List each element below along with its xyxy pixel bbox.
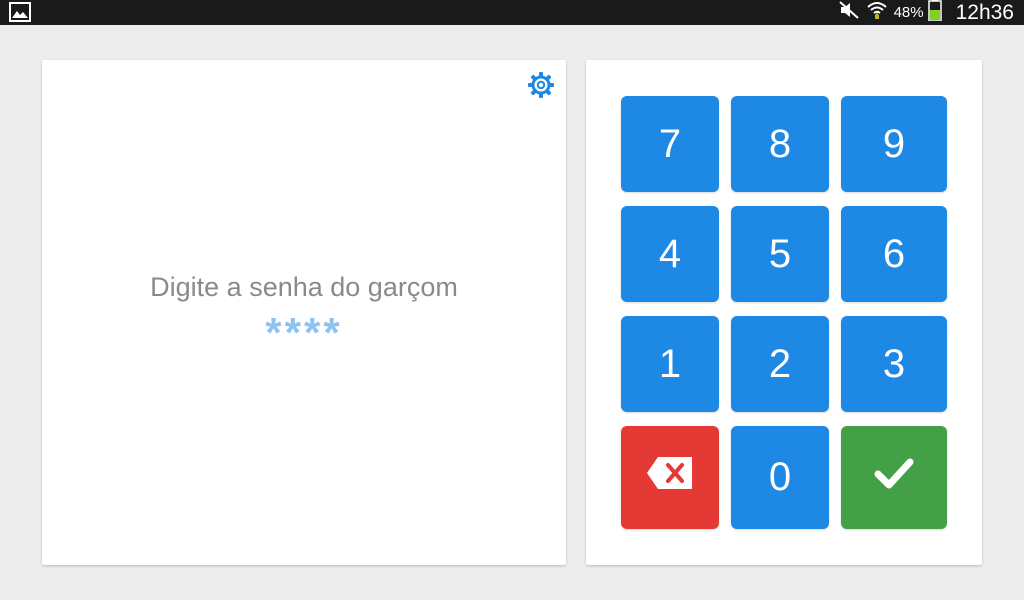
key-8[interactable]: 8 — [731, 96, 829, 192]
gear-icon — [526, 72, 556, 104]
status-bar: 48% 12h36 — [0, 0, 1024, 25]
key-3[interactable]: 3 — [841, 316, 947, 412]
wifi-icon — [866, 0, 888, 25]
key-6[interactable]: 6 — [841, 206, 947, 302]
key-0[interactable]: 0 — [731, 426, 829, 529]
key-5[interactable]: 5 — [731, 206, 829, 302]
key-4[interactable]: 4 — [621, 206, 719, 302]
check-icon — [874, 455, 914, 500]
battery-icon — [927, 0, 942, 26]
settings-button[interactable] — [526, 70, 556, 100]
clock: 12h36 — [955, 0, 1014, 24]
key-9[interactable]: 9 — [841, 96, 947, 192]
battery-percent: 48% — [893, 4, 924, 21]
key-2[interactable]: 2 — [731, 316, 829, 412]
key-1[interactable]: 1 — [621, 316, 719, 412]
password-field: **** — [265, 309, 343, 356]
mute-icon — [838, 0, 860, 25]
delete-button[interactable] — [621, 426, 719, 529]
confirm-button[interactable] — [841, 426, 947, 529]
gallery-icon — [9, 2, 31, 22]
status-icons: 48% 12h36 — [838, 0, 1014, 25]
key-7[interactable]: 7 — [621, 96, 719, 192]
backspace-icon — [646, 455, 694, 500]
password-prompt: Digite a senha do garçom — [150, 272, 458, 302]
